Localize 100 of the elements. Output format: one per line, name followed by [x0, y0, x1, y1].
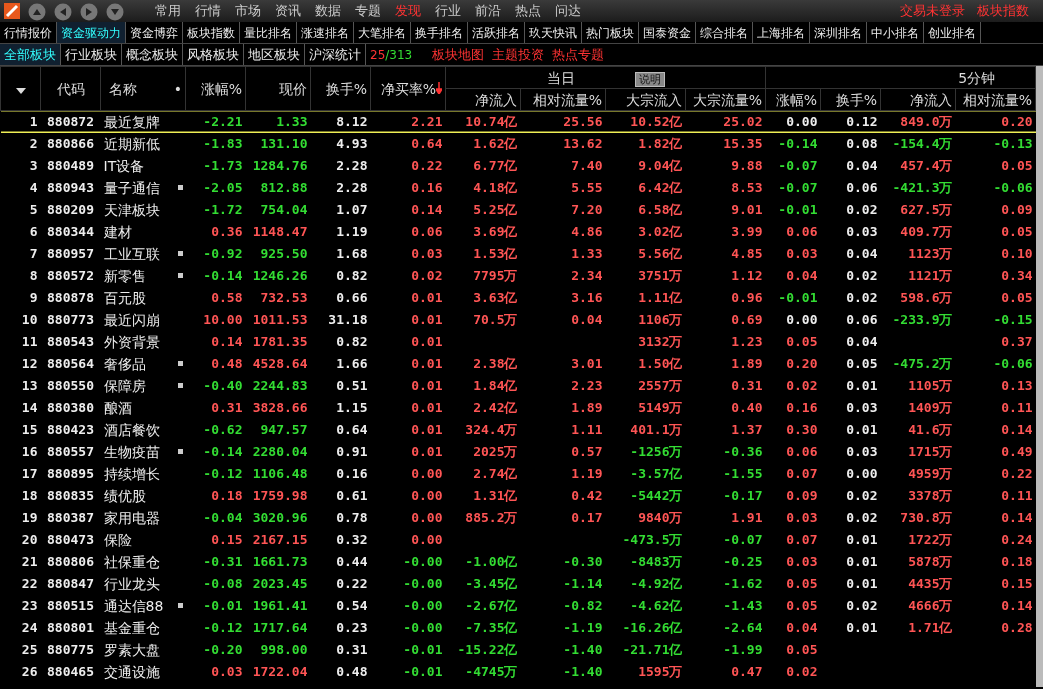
table-cell-text: 1011.53 [252, 311, 308, 329]
table-row[interactable]: 19 880387 家用电器 -0.04 3020.96 0.78 0.00 885.2万 0.17 9840万 1.91 0.03 0.02 730.8万 0.14 [0, 506, 1036, 529]
table-cell-text: 0.02 [846, 267, 878, 285]
table-row[interactable]: 4 880943 量子通信 -2.05 812.88 2.28 0.16 4.18亿 5.55 6.42亿 8.53 -0.07 0.06 -421.3万 -0.06 [0, 176, 1036, 199]
table-row[interactable]: 5 880209 天津板块 -1.72 754.04 1.07 0.14 5.25亿 7.20 6.58亿 9.01 -0.01 0.02 627.5万 0.09 [0, 198, 1036, 221]
table-cell-text: 0.51 [336, 377, 368, 395]
table-cell-text: 10.74亿 [465, 113, 518, 132]
table-cell-text: -2.21 [203, 113, 243, 132]
table-cell-text: 最近复牌 [103, 113, 160, 133]
scrollbar[interactable] [1036, 66, 1043, 687]
table-row[interactable]: 11 880543 外资背景 0.14 1781.35 0.82 0.01 3132万 1.23 0.05 0.04 0.37 [0, 330, 1036, 353]
up-arrow-button[interactable] [28, 2, 46, 20]
table-row[interactable]: 9 880878 百元股 0.58 732.53 0.66 0.01 3.63亿 3.16 1.11亿 0.96 -0.01 0.02 598.6万 0.05 [0, 286, 1036, 309]
menu-item[interactable]: 常用 [148, 1, 188, 21]
table-cell-text: 0.24 [1001, 531, 1033, 549]
column-header[interactable]: 名称 [109, 80, 137, 97]
table-row[interactable]: 13 880550 保障房 -0.40 2244.83 0.51 0.01 1.84亿 2.23 2557万 0.31 0.02 0.01 1105万 0.13 [0, 374, 1036, 397]
table-cell-text: 1715万 [908, 443, 953, 461]
help-button[interactable]: 说明 [634, 71, 665, 87]
table-cell-text: 1.91 [731, 509, 763, 527]
login-status[interactable]: 交易未登录 [894, 1, 971, 21]
table-row[interactable]: 2 880866 近期新低 -1.83 131.10 4.93 0.64 1.62亿 13.62 1.82亿 15.35 -0.14 0.08 -154.4万 -0.13 [0, 132, 1036, 155]
table-cell-text: 880543 [47, 333, 94, 351]
table-cell-text: 1.50亿 [638, 355, 683, 373]
column-header[interactable]: 现价 [279, 80, 307, 97]
table-cell-text: -0.01 [403, 641, 443, 659]
table-cell-text: 1.71亿 [908, 619, 953, 637]
table-cell-text: 3828.66 [252, 399, 308, 417]
table-cell-text: 0.49 [1001, 443, 1033, 461]
table-row[interactable]: 3 880489 IT设备 -1.73 1284.76 2.28 0.22 6.77亿 7.40 9.04亿 9.88 -0.07 0.04 457.4万 0.05 [0, 154, 1036, 177]
down-arrow-button[interactable] [106, 2, 124, 20]
menu-item[interactable]: 数据 [308, 1, 348, 21]
table-cell-text: 0.04 [786, 619, 818, 637]
table-row[interactable]: 18 880835 绩优股 0.18 1759.98 0.61 0.00 1.31亿 0.42 -5442万 -0.17 0.09 0.02 3378万 0.11 [0, 484, 1036, 507]
app-logo-icon [4, 3, 20, 19]
table-row[interactable]: 1 880872 最近复牌 -2.21 1.33 8.12 2.21 10.74亿 25.56 10.52亿 25.02 0.00 0.12 849.0万 0.20 [0, 110, 1036, 133]
table-row[interactable]: 16 880557 生物疫苗 -0.14 2280.04 0.91 0.01 2025万 0.57 -1256万 -0.36 0.06 0.03 1715万 0.49 [0, 440, 1036, 463]
left-arrow-button[interactable] [54, 2, 72, 20]
table-cell-text: 0.01 [411, 377, 443, 395]
table-row[interactable]: 8 880572 新零售 -0.14 1246.26 0.82 0.02 7795万 2.34 3751万 1.12 0.04 0.02 1121万 0.34 [0, 264, 1036, 287]
table-row[interactable]: 25 880775 罗素大盘 -0.20 998.00 0.31 -0.01 -15.22亿 -1.40 -21.71亿 -1.99 0.05 [0, 638, 1036, 661]
table-cell-text: -0.01 [778, 201, 818, 219]
table-cell-text: 0.02 [786, 377, 818, 395]
table-cell-text: 0.91 [336, 443, 368, 461]
table-row[interactable]: 12 880564 奢侈品 0.48 4528.64 1.66 0.01 2.38亿 3.01 1.50亿 1.89 0.20 0.05 -475.2万 -0.06 [0, 352, 1036, 375]
right-arrow-button[interactable] [80, 2, 98, 20]
quick-link[interactable]: 板块地图 [428, 44, 489, 65]
table-row[interactable]: 10 880773 最近闪崩 10.00 1011.53 31.18 0.01 70.5万 0.04 1106万 0.69 0.00 0.06 -233.9万 -0.15 [0, 308, 1036, 331]
table-cell-text: 0.28 [1001, 619, 1033, 637]
table-row[interactable]: 21 880806 社保重仓 -0.31 1661.73 0.44 -0.00 -1.00亿 -0.30 -8483万 -0.25 0.03 0.01 5878万 0.18 [0, 550, 1036, 573]
table-cell-text: 0.22 [411, 157, 443, 175]
table-cell-text: -1.40 [563, 663, 603, 681]
menu-item[interactable]: 问达 [548, 1, 588, 21]
menu-item[interactable]: 热点 [508, 1, 548, 21]
table-cell-text: 4.86 [571, 223, 603, 241]
table-row[interactable]: 6 880344 建材 0.36 1148.47 1.19 0.06 3.69亿 4.86 3.02亿 3.99 0.06 0.03 409.7万 0.05 [0, 220, 1036, 243]
table-cell-text: -0.25 [723, 553, 763, 571]
table-row[interactable]: 22 880847 行业龙头 -0.08 2023.45 0.22 -0.00 -3.45亿 -1.14 -4.92亿 -1.62 0.05 0.01 4435万 0.15 [0, 572, 1036, 595]
quick-link[interactable]: 热点专题 [548, 44, 609, 65]
table-cell-text: 0.14 [211, 333, 243, 351]
table-cell-text: 0.23 [336, 619, 368, 637]
table-row[interactable]: 23 880515 通达信88 -0.01 1961.41 0.54 -0.00 -2.67亿 -0.82 -4.62亿 -1.43 0.05 0.02 4666万 0.14 [0, 594, 1036, 617]
menu-item[interactable]: 发现 [388, 1, 428, 21]
table-cell-text: -0.92 [203, 245, 243, 263]
table-cell-text: 0.32 [336, 531, 368, 549]
tab[interactable]: 资金驱动力 [57, 22, 126, 43]
table-cell-text: 0.44 [336, 553, 368, 571]
table-cell-text: 5149万 [638, 399, 683, 417]
menu-item[interactable]: 行情 [188, 1, 228, 21]
table-cell-text: -3.57亿 [630, 465, 683, 483]
table-cell-text: -0.08 [203, 575, 243, 593]
table-cell-text: 3.02亿 [638, 223, 683, 241]
table-cell-text: 0.15 [211, 531, 243, 549]
table-cell-text: 25.02 [723, 113, 763, 132]
table-row[interactable]: 20 880473 保险 0.15 2167.15 0.32 0.00 -473.5万 -0.07 0.07 0.01 1722万 0.24 [0, 528, 1036, 551]
quick-link[interactable]: 主题投资 [488, 44, 549, 65]
table-row[interactable]: 15 880423 酒店餐饮 -0.62 947.57 0.64 0.01 324.4万 1.11 401.1万 1.37 0.30 0.01 41.6万 0.14 [0, 418, 1036, 441]
table-cell-text: 1409万 [908, 399, 953, 417]
table-row[interactable]: 7 880957 工业互联 -0.92 925.50 1.68 0.03 1.53亿 1.33 5.56亿 4.85 0.03 0.04 1123万 0.10 [0, 242, 1036, 265]
table-row[interactable]: 24 880801 基金重仓 -0.12 1717.64 0.23 -0.00 -7.35亿 -1.19 -16.26亿 -2.64 0.04 0.01 1.71亿 0.28 [0, 616, 1036, 639]
table-row[interactable]: 26 880465 交通设施 0.03 1722.04 0.48 -0.01 -4745万 -1.40 1595万 0.47 0.02 [0, 660, 1036, 683]
table-cell-text: 1.31亿 [473, 487, 518, 505]
table-cell-text: 10.00 [203, 311, 243, 329]
index-link[interactable]: 板块指数 [971, 1, 1035, 21]
menu-item[interactable]: 前沿 [468, 1, 508, 21]
table-row[interactable]: 14 880380 酿酒 0.31 3828.66 1.15 0.01 2.42亿 1.89 5149万 0.40 0.16 0.03 1409万 0.11 [0, 396, 1036, 419]
menu-item[interactable]: 市场 [228, 1, 268, 21]
menu-item[interactable]: 行业 [428, 1, 468, 21]
tab[interactable]: 全部板块 [0, 44, 61, 65]
table-cell-text: 0.04 [786, 267, 818, 285]
table-cell-text: 0.16 [336, 465, 368, 483]
sort-icon[interactable] [15, 87, 26, 94]
table-cell-text: 754.04 [260, 201, 308, 219]
row-number: 14 [21, 399, 38, 417]
table-cell-text: 2.23 [571, 377, 603, 395]
menu-item[interactable]: 资讯 [268, 1, 308, 21]
table-cell-text: -0.06 [993, 179, 1033, 197]
column-header[interactable]: 代码 [56, 80, 85, 97]
menu-item[interactable]: 专题 [348, 1, 388, 21]
table-row[interactable]: 17 880895 持续增长 -0.12 1106.48 0.16 0.00 2.74亿 1.19 -3.57亿 -1.55 0.07 0.00 4959万 0.22 [0, 462, 1036, 485]
